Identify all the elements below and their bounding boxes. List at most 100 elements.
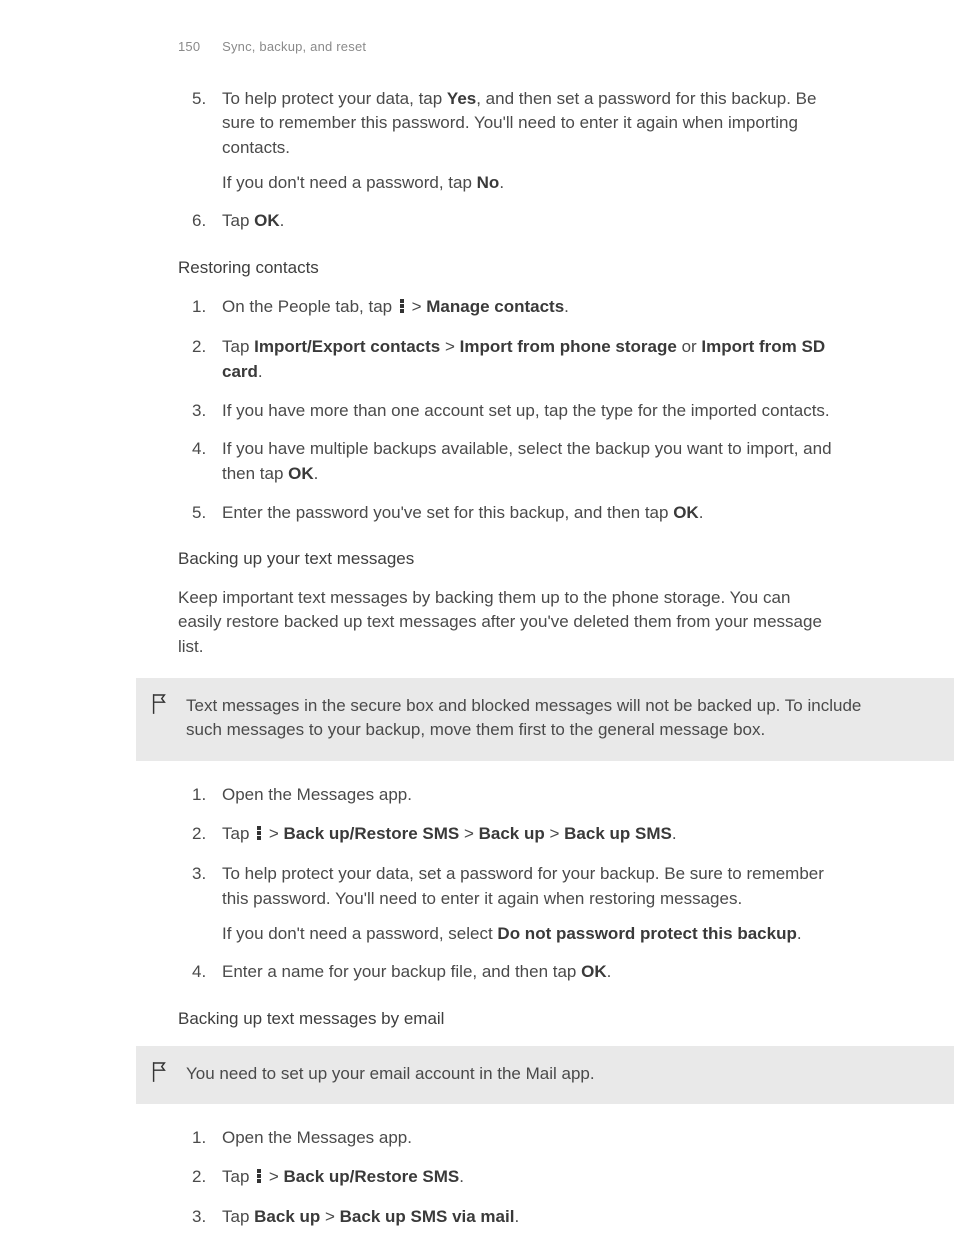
step-text: To help protect your data, set a passwor… — [222, 864, 824, 908]
text: . — [499, 173, 504, 192]
list-item: 3. If you have more than one account set… — [178, 399, 836, 424]
step-text: To help protect your data, tap Yes, and … — [222, 89, 816, 157]
step-text: Tap > Back up/Restore SMS > Back up > Ba… — [222, 824, 677, 843]
text: If you don't need a password, select — [222, 924, 497, 943]
heading-backup-email: Backing up text messages by email — [178, 1007, 836, 1032]
step-number: 1. — [192, 783, 206, 808]
overflow-menu-icon — [256, 824, 262, 849]
callout-text: Text messages in the secure box and bloc… — [186, 694, 880, 743]
step-text: Open the Messages app. — [222, 785, 412, 804]
bold-ok: OK — [581, 962, 607, 981]
step-text: Tap > Back up/Restore SMS. — [222, 1167, 464, 1186]
bold-manage-contacts: Manage contacts — [426, 297, 564, 316]
step-text: Enter the password you've set for this b… — [222, 503, 703, 522]
text: . — [514, 1207, 519, 1226]
text: Tap — [222, 1207, 254, 1226]
text: . — [699, 503, 704, 522]
text: . — [258, 362, 263, 381]
text: . — [459, 1167, 464, 1186]
bold-back-up-sms-via-mail: Back up SMS via mail — [340, 1207, 515, 1226]
text: Tap — [222, 1167, 254, 1186]
text: or — [677, 337, 702, 356]
step-subtext: If you don't need a password, tap No. — [222, 171, 836, 196]
step-number: 2. — [192, 335, 206, 360]
heading-restoring-contacts: Restoring contacts — [178, 256, 836, 281]
list-item: 1. On the People tab, tap > Manage conta… — [178, 295, 836, 322]
overflow-menu-icon — [256, 1167, 262, 1192]
step-subtext: If you don't need a password, select Do … — [222, 922, 836, 947]
bold-back-up-sms: Back up SMS — [564, 824, 672, 843]
overflow-menu-icon — [399, 297, 405, 322]
bold-back-up: Back up — [479, 824, 545, 843]
list-item: 2. Tap > Back up/Restore SMS. — [178, 1165, 836, 1192]
step-text: Enter a name for your backup file, and t… — [222, 962, 611, 981]
bold-ok: OK — [673, 503, 699, 522]
text: > — [264, 824, 283, 843]
step-text: Tap Back up > Back up SMS via mail. — [222, 1207, 519, 1226]
text: > — [459, 824, 478, 843]
bold-backup-restore-sms: Back up/Restore SMS — [284, 1167, 460, 1186]
step-number: 3. — [192, 862, 206, 887]
text: . — [672, 824, 677, 843]
list-item: 4. If you have multiple backups availabl… — [178, 437, 836, 486]
text: > — [320, 1207, 339, 1226]
step-text: On the People tab, tap > Manage contacts… — [222, 297, 569, 316]
text: > — [407, 297, 426, 316]
step-text: Open the Messages app. — [222, 1128, 412, 1147]
list-item: 5. To help protect your data, tap Yes, a… — [178, 87, 836, 196]
list-item: 6. Tap OK. — [178, 209, 836, 234]
flag-icon — [150, 692, 168, 724]
list-item: 1. Open the Messages app. — [178, 783, 836, 808]
text: Enter the password you've set for this b… — [222, 503, 673, 522]
restoring-steps: 1. On the People tab, tap > Manage conta… — [178, 295, 836, 525]
callout-text: You need to set up your email account in… — [186, 1062, 880, 1087]
step-number: 1. — [192, 1126, 206, 1151]
bold-yes: Yes — [447, 89, 476, 108]
page: 150 Sync, backup, and reset 5. To help p… — [0, 0, 954, 1235]
callout-secure-box: Text messages in the secure box and bloc… — [136, 678, 954, 761]
text: Enter a name for your backup file, and t… — [222, 962, 581, 981]
list-item: 2. Tap Import/Export contacts > Import f… — [178, 335, 836, 384]
text: If you don't need a password, tap — [222, 173, 477, 192]
bold-ok: OK — [254, 211, 280, 230]
text: Tap — [222, 824, 254, 843]
text: . — [797, 924, 802, 943]
list-item: 3. To help protect your data, set a pass… — [178, 862, 836, 946]
text: On the People tab, tap — [222, 297, 397, 316]
text: To help protect your data, tap — [222, 89, 447, 108]
list-item: 5. Enter the password you've set for thi… — [178, 501, 836, 526]
heading-backup-sms: Backing up your text messages — [178, 547, 836, 572]
backup-email-steps: 1. Open the Messages app. 2. Tap > Back … — [178, 1126, 836, 1230]
backup-sms-steps: 1. Open the Messages app. 2. Tap > Back … — [178, 783, 836, 985]
bold-import-phone-storage: Import from phone storage — [460, 337, 677, 356]
text: > — [545, 824, 564, 843]
text: > — [440, 337, 459, 356]
text: . — [607, 962, 612, 981]
list-item: 3. Tap Back up > Back up SMS via mail. — [178, 1205, 836, 1230]
text: Tap — [222, 337, 254, 356]
list-item: 4. Enter a name for your backup file, an… — [178, 960, 836, 985]
page-header: 150 Sync, backup, and reset — [0, 0, 954, 57]
list-item: 1. Open the Messages app. — [178, 1126, 836, 1151]
step-number: 6. — [192, 209, 206, 234]
bold-backup-restore-sms: Back up/Restore SMS — [284, 824, 460, 843]
bold-import-export: Import/Export contacts — [254, 337, 440, 356]
step-number: 2. — [192, 1165, 206, 1190]
intro-text: Keep important text messages by backing … — [178, 586, 836, 660]
step-number: 4. — [192, 437, 206, 462]
step-number: 2. — [192, 822, 206, 847]
step-text: If you have more than one account set up… — [222, 401, 830, 420]
protect-data-steps: 5. To help protect your data, tap Yes, a… — [178, 87, 836, 234]
page-number: 150 — [178, 38, 200, 57]
bold-no-password-protect: Do not password protect this backup — [497, 924, 796, 943]
list-item: 2. Tap > Back up/Restore SMS > Back up >… — [178, 822, 836, 849]
step-number: 4. — [192, 960, 206, 985]
step-number: 5. — [192, 501, 206, 526]
step-number: 3. — [192, 1205, 206, 1230]
text: > — [264, 1167, 283, 1186]
step-text: Tap OK. — [222, 211, 284, 230]
text: . — [564, 297, 569, 316]
text: . — [280, 211, 285, 230]
step-text: Tap Import/Export contacts > Import from… — [222, 337, 825, 381]
text: Tap — [222, 211, 254, 230]
